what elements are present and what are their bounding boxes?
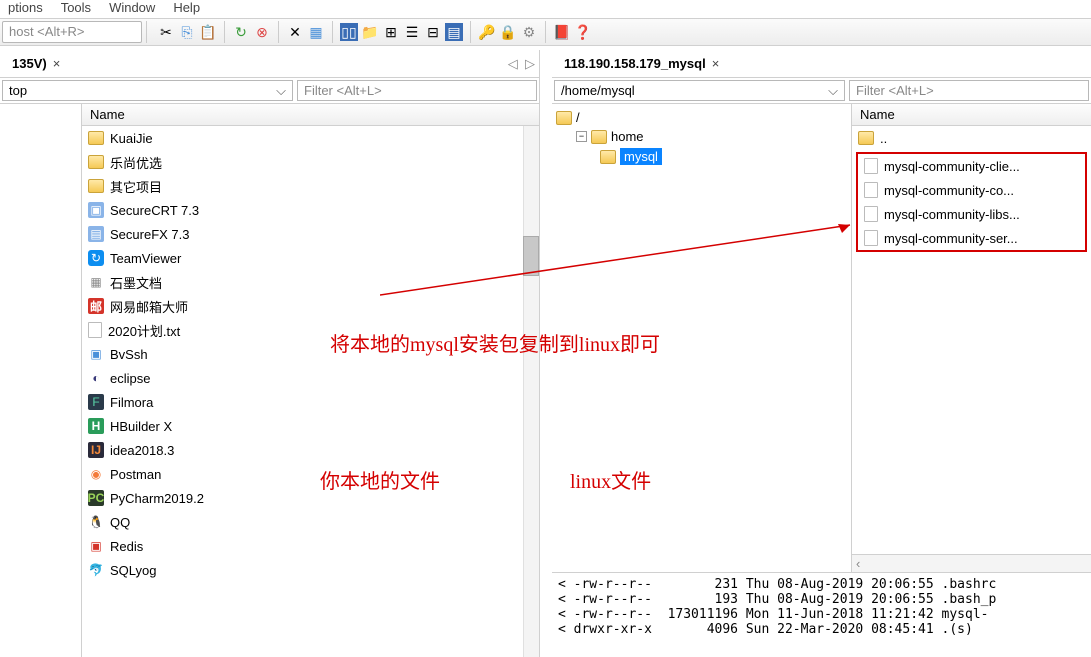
cut-icon[interactable]: ✂: [157, 23, 175, 41]
file-icon: [864, 182, 878, 198]
local-filter-input[interactable]: Filter <Alt+L>: [297, 80, 537, 101]
list-item[interactable]: ↻TeamViewer: [82, 246, 539, 270]
list-item[interactable]: PCPyCharm2019.2: [82, 486, 539, 510]
remote-tree[interactable]: / −home mysql: [552, 104, 852, 572]
list-item[interactable]: ▣SecureCRT 7.3: [82, 198, 539, 222]
list-item[interactable]: 邮网易邮箱大师: [82, 294, 539, 318]
tab-nav-arrows[interactable]: ◁ ▷: [508, 56, 535, 72]
list-item[interactable]: mysql-community-co...: [858, 178, 1085, 202]
lock-icon[interactable]: 🔒: [499, 23, 517, 41]
list-item[interactable]: IJidea2018.3: [82, 438, 539, 462]
delete-icon[interactable]: ✕: [286, 23, 304, 41]
help-icon[interactable]: ❓: [574, 23, 592, 41]
list-item[interactable]: ▣BvSsh: [82, 342, 539, 366]
file-icon: [864, 158, 878, 174]
toolbar: host <Alt+R> ✂ ⎘ 📋 ↻ ⊗ ✕ ▦ ▯▯ 📁 ⊞ ☰ ⊟ ▤ …: [0, 18, 1091, 46]
list-item[interactable]: ▦石墨文档: [82, 270, 539, 294]
gear-icon[interactable]: ⚙: [520, 23, 538, 41]
folder-icon: [600, 150, 616, 164]
host-input[interactable]: host <Alt+R>: [2, 21, 142, 43]
refresh-icon[interactable]: ↻: [232, 23, 250, 41]
menu-options[interactable]: ptions: [8, 0, 43, 15]
copy-icon[interactable]: ⎘: [178, 23, 196, 41]
folder-icon: [556, 111, 572, 125]
list-item[interactable]: ◉Postman: [82, 462, 539, 486]
layout1-icon[interactable]: ▯▯: [340, 23, 358, 41]
remote-path-input[interactable]: /home/mysql⌵: [554, 80, 845, 101]
list-item[interactable]: mysql-community-ser...: [858, 226, 1085, 250]
remote-name-header[interactable]: Name: [852, 104, 1091, 126]
close-icon[interactable]: ×: [53, 56, 61, 71]
chevron-down-icon[interactable]: ⌵: [828, 83, 838, 99]
list-item[interactable]: 2020计划.txt: [82, 318, 539, 342]
list-item[interactable]: ▣Redis: [82, 534, 539, 558]
menu-help[interactable]: Help: [173, 0, 200, 15]
list-item[interactable]: 🐧QQ: [82, 510, 539, 534]
view1-icon[interactable]: ⊞: [382, 23, 400, 41]
list-item[interactable]: ..: [852, 126, 1091, 150]
local-tree[interactable]: [0, 104, 82, 657]
remote-file-list[interactable]: .. mysql-community-clie... mysql-communi…: [852, 126, 1091, 554]
remote-filter-input[interactable]: Filter <Alt+L>: [849, 80, 1089, 101]
file-icon: [864, 230, 878, 246]
book-icon[interactable]: 📕: [553, 23, 571, 41]
transfer-log[interactable]: < -rw-r--r-- 231 Thu 08-Aug-2019 20:06:5…: [552, 572, 1091, 657]
folder-icon: [591, 130, 607, 144]
scrollbar-thumb[interactable]: [523, 236, 539, 276]
folder-icon: [858, 131, 874, 145]
paste-icon[interactable]: 📋: [199, 23, 217, 41]
list-item[interactable]: FFilmora: [82, 390, 539, 414]
list-item[interactable]: 🐬SQLyog: [82, 558, 539, 582]
file-icon: [864, 206, 878, 222]
chevron-down-icon[interactable]: ⌵: [276, 83, 286, 99]
key-icon[interactable]: 🔑: [478, 23, 496, 41]
view4-icon[interactable]: ▤: [445, 23, 463, 41]
list-item[interactable]: ◐eclipse: [82, 366, 539, 390]
list-item[interactable]: KuaiJie: [82, 126, 539, 150]
remote-panel: 118.190.158.179_mysql × /home/mysql⌵ Fil…: [552, 50, 1091, 657]
local-file-list[interactable]: KuaiJie乐尚优选其它项目▣SecureCRT 7.3▤SecureFX 7…: [82, 126, 539, 657]
list-item[interactable]: 其它项目: [82, 174, 539, 198]
collapse-icon[interactable]: −: [576, 131, 587, 142]
horizontal-scrollbar[interactable]: ‹: [852, 554, 1091, 572]
remote-tab[interactable]: 118.190.158.179_mysql ×: [556, 52, 727, 75]
local-name-header[interactable]: Name: [82, 104, 539, 126]
list-item[interactable]: 乐尚优选: [82, 150, 539, 174]
view3-icon[interactable]: ⊟: [424, 23, 442, 41]
props-icon[interactable]: ▦: [307, 23, 325, 41]
menu-tools[interactable]: Tools: [61, 0, 91, 15]
tree-node-mysql[interactable]: mysql: [620, 148, 662, 165]
menu-window[interactable]: Window: [109, 0, 155, 15]
newfolder-icon[interactable]: 📁: [361, 23, 379, 41]
view2-icon[interactable]: ☰: [403, 23, 421, 41]
list-item[interactable]: HHBuilder X: [82, 414, 539, 438]
local-panel: 135V) × ◁ ▷ top⌵ Filter <Alt+L> Name Kua…: [0, 50, 540, 657]
menu-bar: ptions Tools Window Help: [0, 0, 1091, 18]
close-icon[interactable]: ×: [712, 56, 720, 71]
local-path-input[interactable]: top⌵: [2, 80, 293, 101]
scrollbar-track[interactable]: [523, 126, 539, 657]
local-tab[interactable]: 135V) ×: [4, 52, 68, 75]
highlight-box: mysql-community-clie... mysql-community-…: [856, 152, 1087, 252]
stop-icon[interactable]: ⊗: [253, 23, 271, 41]
list-item[interactable]: mysql-community-libs...: [858, 202, 1085, 226]
list-item[interactable]: ▤SecureFX 7.3: [82, 222, 539, 246]
list-item[interactable]: mysql-community-clie...: [858, 154, 1085, 178]
toolbar-icons: ✂ ⎘ 📋 ↻ ⊗ ✕ ▦ ▯▯ 📁 ⊞ ☰ ⊟ ▤ 🔑 🔒 ⚙ 📕 ❓: [151, 21, 592, 43]
